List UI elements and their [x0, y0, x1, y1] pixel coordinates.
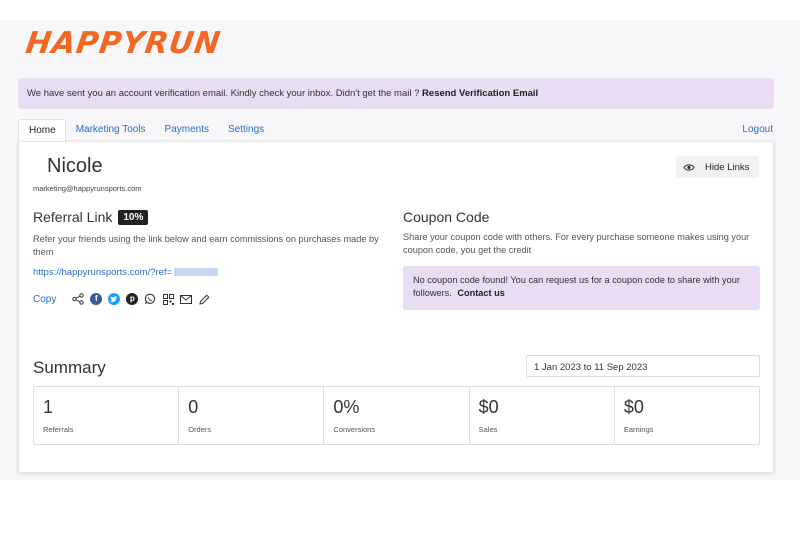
- stat-referrals: 1 Referrals: [34, 387, 180, 444]
- stat-label: Orders: [188, 425, 212, 434]
- referral-code-redacted: [174, 268, 219, 276]
- coupon-description: Share your coupon code with others. For …: [403, 232, 750, 255]
- logout-link[interactable]: Logout: [742, 124, 773, 135]
- stat-value: 0%: [333, 397, 360, 417]
- resend-verification-link[interactable]: Resend Verification Email: [422, 88, 538, 99]
- twitter-icon[interactable]: [108, 293, 121, 305]
- share-icon[interactable]: [72, 293, 85, 305]
- referral-link-heading: Referral Link 10%: [33, 209, 149, 225]
- referral-title: Referral Link: [33, 209, 113, 225]
- happyrun-logo: HAPPYRUN: [24, 26, 224, 61]
- commission-badge: 10%: [118, 209, 149, 225]
- stat-label: Referrals: [43, 425, 74, 434]
- stat-value: $0: [478, 397, 499, 417]
- edit-icon[interactable]: [198, 293, 210, 305]
- alert-message: We have sent you an account verification…: [27, 88, 423, 99]
- coupon-code-heading: Coupon Code: [403, 209, 490, 225]
- main-tabs: Home Marketing Tools Payments Settings: [18, 119, 273, 141]
- qr-code-icon[interactable]: [162, 293, 174, 305]
- stat-value: $0: [623, 397, 644, 417]
- stat-label: Sales: [478, 425, 498, 434]
- eye-icon: [683, 163, 695, 171]
- dashboard-card: Nicole marketing@happyrunsports.com Hide…: [18, 141, 774, 473]
- tab-marketing-tools[interactable]: Marketing Tools: [66, 119, 155, 141]
- referral-url[interactable]: https://happyrunsports.com/?ref=: [33, 267, 219, 278]
- referral-url-text: https://happyrunsports.com/?ref=: [33, 267, 173, 278]
- facebook-icon[interactable]: f: [90, 293, 103, 305]
- profile-email: marketing@happyrunsports.com: [33, 184, 142, 193]
- stat-sales: $0 Sales: [470, 387, 615, 444]
- stat-conversions: 0% Conversions: [324, 387, 470, 444]
- whatsapp-icon[interactable]: [144, 293, 156, 305]
- stat-label: Conversions: [333, 425, 376, 434]
- coupon-notice: No coupon code found! You can request us…: [403, 266, 760, 310]
- stat-orders: 0 Orders: [179, 387, 325, 444]
- hide-links-button[interactable]: Hide Links: [676, 156, 759, 178]
- profile-name: Nicole: [47, 155, 103, 177]
- copy-button[interactable]: Copy: [33, 294, 56, 305]
- tab-settings[interactable]: Settings: [218, 119, 273, 141]
- summary-heading: Summary: [33, 358, 106, 377]
- hide-links-label: Hide Links: [705, 161, 750, 173]
- pinterest-icon[interactable]: p: [126, 293, 139, 305]
- summary-stats: 1 Referrals 0 Orders 0% Conversions $0 S…: [33, 386, 760, 445]
- email-icon[interactable]: [180, 293, 193, 305]
- logo-text: HAPPYRUN: [23, 26, 224, 61]
- date-range-picker[interactable]: 1 Jan 2023 to 11 Sep 2023: [526, 355, 760, 377]
- verification-alert: We have sent you an account verification…: [18, 78, 774, 109]
- stat-value: 1: [43, 397, 54, 417]
- referral-description: Refer your friends using the link below …: [33, 234, 379, 257]
- contact-us-link[interactable]: Contact us: [457, 288, 504, 298]
- share-toolbar: Copy f p: [33, 292, 216, 306]
- tab-home[interactable]: Home: [18, 119, 66, 141]
- stat-value: 0: [188, 397, 199, 417]
- stat-earnings: $0 Earnings: [615, 387, 759, 444]
- tab-payments[interactable]: Payments: [155, 119, 218, 141]
- stat-label: Earnings: [623, 425, 654, 434]
